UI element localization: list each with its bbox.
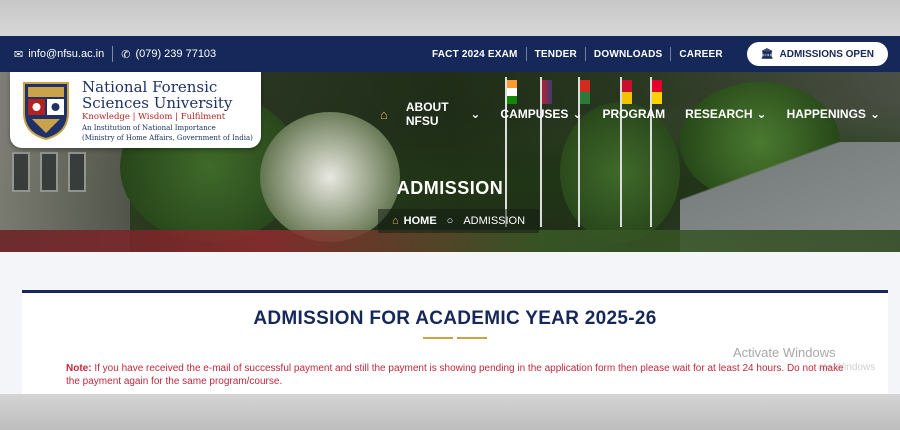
top-link-downloads[interactable]: DOWNLOADS [586, 49, 670, 60]
activate-windows-watermark: Activate Windows [733, 345, 836, 360]
nav-about-nfsu[interactable]: ABOUT NFSU ⌄ [406, 100, 481, 128]
chevron-down-icon: ⌄ [470, 107, 481, 121]
logo-sub-line2: (Ministry of Home Affairs, Government of… [82, 133, 253, 142]
circle-bullet-icon: ○ [446, 215, 454, 227]
nav-happenings[interactable]: HAPPENINGS ⌄ [787, 107, 880, 121]
nav-program[interactable]: PROGRAM [603, 107, 666, 121]
heading-divider [423, 337, 487, 339]
university-logo[interactable]: National Forensic Sciences University Kn… [10, 72, 261, 148]
phone-link[interactable]: ✆ (079) 239 77103 [121, 48, 216, 61]
logo-title-line1: National Forensic [82, 77, 218, 96]
chevron-down-icon: ⌄ [869, 107, 880, 121]
envelope-icon: ✉ [14, 48, 24, 61]
top-link-tender[interactable]: TENDER [527, 49, 585, 60]
breadcrumb-current: ADMISSION [463, 215, 526, 227]
main-nav: ⌂ ABOUT NFSU ⌄ CAMPUSES ⌄ PROGRAM RESEAR… [380, 100, 900, 128]
note-text: If you have received the e-mail of succe… [66, 363, 844, 387]
nav-campuses[interactable]: CAMPUSES ⌄ [500, 107, 582, 121]
nfsu-emblem-icon [23, 82, 69, 141]
page-title: ADMISSION [396, 178, 504, 198]
top-link-career[interactable]: CAREER [671, 49, 730, 60]
email-link[interactable]: ✉ info@nfsu.ac.in [14, 48, 104, 61]
home-icon[interactable]: ⌂ [380, 107, 388, 122]
screen-bottom-border [0, 394, 900, 430]
phone-text: (079) 239 77103 [135, 48, 217, 60]
chevron-down-icon: ⌄ [756, 107, 767, 121]
logo-title-line2: Sciences University [82, 93, 233, 112]
institution-icon: 🏛 [760, 48, 774, 60]
screen-top-border [0, 0, 900, 36]
top-bar: ✉ info@nfsu.ac.in ✆ (079) 239 77103 FACT… [0, 36, 900, 72]
breadcrumb-home-link[interactable]: ⌂ HOME [392, 215, 437, 227]
admission-heading: ADMISSION FOR ACADEMIC YEAR 2025-26 [253, 308, 657, 329]
chevron-down-icon: ⌄ [572, 107, 583, 121]
phone-icon: ✆ [121, 48, 131, 61]
admissions-open-button[interactable]: 🏛 ADMISSIONS OPEN [746, 42, 888, 66]
payment-note: Note: If you have received the e-mail of… [66, 362, 846, 388]
breadcrumb: ⌂ HOME ○ ADMISSION [378, 209, 540, 233]
nav-research[interactable]: RESEARCH ⌄ [685, 107, 766, 121]
activate-windows-faded-text: ate Windows [818, 362, 876, 373]
logo-tagline: Knowledge | Wisdom | Fulfilment [82, 111, 226, 122]
note-label: Note: [66, 363, 92, 374]
home-icon: ⌂ [392, 215, 399, 227]
logo-sub-line1: An Institution of National Importance [82, 123, 216, 132]
top-link-fact-exam[interactable]: FACT 2024 EXAM [424, 49, 526, 60]
email-text: info@nfsu.ac.in [28, 48, 105, 60]
